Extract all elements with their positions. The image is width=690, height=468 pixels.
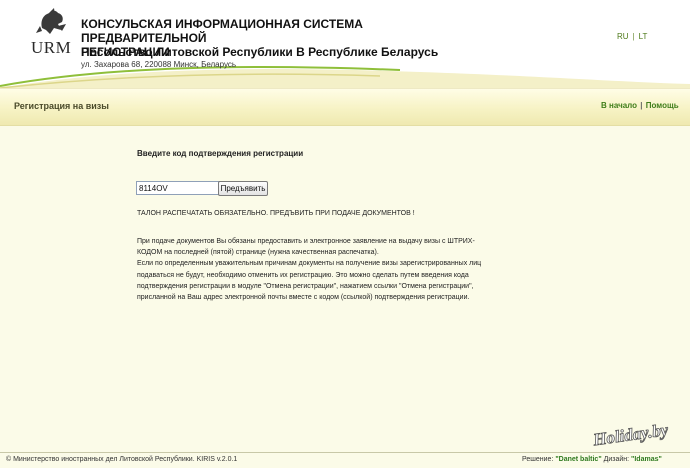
print-notice: ТАЛОН РАСПЕЧАТАТЬ ОБЯЗАТЕЛЬНО. ПРЕДЪВИТЬ… [137, 210, 415, 217]
info-text: При подаче документов Вы обязаны предост… [137, 236, 537, 303]
info-line: подтверждения регистрации в модуле "Отме… [137, 282, 474, 290]
confirmation-code-input[interactable] [136, 181, 220, 195]
section-title: Регистрация на визы [14, 101, 109, 111]
lang-lt-link[interactable]: LT [639, 32, 648, 41]
lang-ru-link[interactable]: RU [617, 32, 629, 41]
design-label: Дизайн: [601, 456, 632, 463]
logo-text: URM [31, 38, 72, 57]
home-link[interactable]: В начало [601, 101, 637, 110]
info-line: КОДОМ на последней (пятой) странице (нуж… [137, 249, 379, 257]
links-separator: | [640, 101, 643, 110]
footer-divider [0, 452, 690, 453]
info-line: При подаче документов Вы обязаны предост… [137, 238, 475, 245]
code-prompt-label: Введите код подтверждения регистрации [137, 149, 304, 158]
info-line: подаваться не будут, необходимо отменить… [137, 271, 469, 279]
design-value: "Idamas" [631, 456, 662, 463]
lang-separator: | [632, 32, 635, 41]
header: URM КОНСУЛЬСКАЯ ИНФОРМАЦИОННАЯ СИСТЕМА П… [0, 0, 690, 88]
info-line: Если по определенным уважительным причин… [137, 260, 482, 268]
submit-button[interactable]: Предъявить [218, 181, 268, 196]
solution-label: Решение: [522, 456, 556, 463]
language-switcher: RU | LT [617, 32, 647, 41]
info-line: присланной на Ваш адрес электронной почт… [137, 294, 470, 302]
system-title-line1: КОНСУЛЬСКАЯ ИНФОРМАЦИОННАЯ СИСТЕМА ПРЕДВ… [81, 17, 363, 45]
footer-copyright: © Министерство иностранных дел Литовской… [6, 456, 238, 463]
holiday-by-watermark: Holiday.by [591, 420, 671, 450]
embassy-title: Посольство Литовской Республики В Респуб… [81, 45, 439, 59]
help-link[interactable]: Помощь [646, 101, 679, 110]
footer-credits: Решение: "Danet baltic" Дизайн: "Idamas" [522, 456, 662, 463]
solution-value: "Danet baltic" [555, 456, 602, 463]
top-links: В начало | Помощь [601, 101, 679, 110]
embassy-address: ул. Захарова 68, 220088 Минск, Беларусь [81, 60, 237, 69]
watermark-text: Holiday.by [591, 420, 670, 450]
